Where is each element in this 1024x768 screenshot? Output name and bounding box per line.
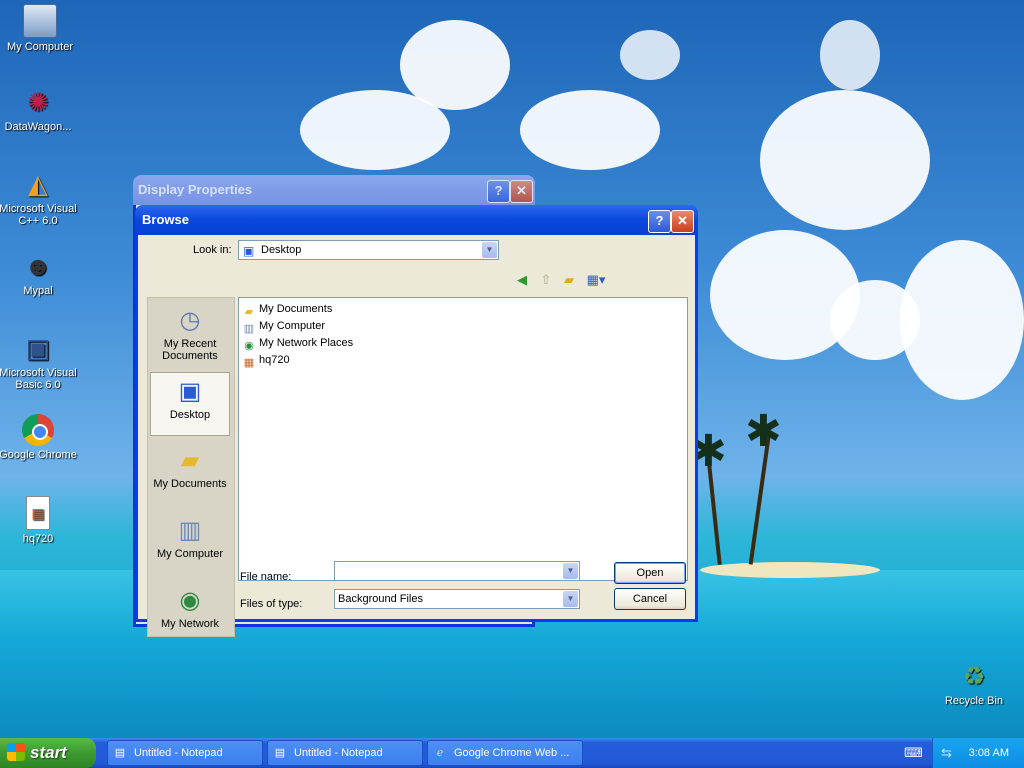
- desktop-icon-google-chrome[interactable]: Google Chrome: [0, 414, 78, 461]
- look-in-combo[interactable]: ▣ Desktop ▼: [238, 240, 499, 260]
- place-my-documents[interactable]: ▰ My Documents: [150, 442, 230, 506]
- recent-documents-icon: ◷: [179, 307, 201, 334]
- image-file-icon: ▦: [243, 357, 255, 369]
- places-bar: ◷ My Recent Documents ▣ Desktop ▰ My Doc…: [147, 297, 235, 637]
- desktop-icon: ▣: [243, 244, 255, 258]
- image-file-icon: ▦: [26, 496, 50, 530]
- window-title: Display Properties: [138, 182, 253, 197]
- windows-logo-icon: [7, 743, 25, 761]
- my-documents-icon: ▰: [180, 447, 200, 474]
- file-name: hq720: [259, 354, 290, 366]
- taskbar-item-notepad-2[interactable]: ▤ Untitled - Notepad: [267, 740, 423, 766]
- mypal-icon: ☻: [24, 251, 52, 281]
- display-properties-titlebar[interactable]: Display Properties: [133, 175, 535, 205]
- file-name: My Network Places: [259, 337, 354, 349]
- chevron-down-icon[interactable]: ▼: [482, 242, 497, 258]
- datawagon-icon: ✺: [27, 87, 49, 117]
- list-item[interactable]: ▥ My Computer: [242, 318, 326, 335]
- place-my-computer[interactable]: ▥ My Computer: [150, 512, 230, 576]
- clock[interactable]: 3:08 AM: [969, 738, 1009, 768]
- desktop-icon-hq720[interactable]: ▦ hq720: [0, 496, 78, 545]
- list-item[interactable]: ▰ My Documents: [242, 301, 333, 318]
- file-list[interactable]: ▰ My Documents ▥ My Computer ◉ My Network P…: [238, 297, 688, 581]
- visual-basic-icon: ▣: [25, 333, 51, 363]
- desktop-icon-label: Microsoft Visual C++ 6.0: [0, 203, 77, 227]
- chevron-down-icon[interactable]: ▼: [563, 563, 578, 579]
- dialog-title: Browse: [142, 212, 189, 227]
- desktop-icon-label: Recycle Bin: [944, 695, 1004, 707]
- desktop-icon-recycle-bin[interactable]: ♻ Recycle Bin: [934, 660, 1014, 707]
- new-folder-icon[interactable]: ▰: [560, 271, 578, 289]
- close-button[interactable]: ✕: [671, 210, 694, 233]
- help-button[interactable]: ?: [648, 210, 671, 233]
- file-name: My Computer: [259, 320, 326, 332]
- notepad-icon: ▤: [274, 747, 286, 759]
- browse-titlebar[interactable]: Browse: [135, 205, 698, 235]
- desktop-icon-label: Mypal: [23, 285, 53, 297]
- back-icon[interactable]: ◀: [513, 271, 531, 289]
- computer-icon: ▥: [243, 323, 255, 335]
- place-my-network[interactable]: ◉ My Network: [150, 582, 230, 632]
- view-menu-icon[interactable]: ▦▾: [584, 271, 608, 289]
- network-icon: ◉: [244, 340, 254, 352]
- place-label: My Documents: [153, 478, 227, 490]
- folder-icon: ▰: [244, 306, 254, 318]
- file-name-field[interactable]: ▼: [334, 561, 580, 581]
- place-label: My Recent Documents: [162, 338, 218, 362]
- help-button[interactable]: ?: [487, 180, 510, 203]
- close-button[interactable]: ✕: [510, 180, 533, 203]
- cancel-button[interactable]: Cancel: [614, 588, 686, 610]
- look-in-label: Look in:: [193, 244, 232, 256]
- open-button[interactable]: Open: [614, 562, 686, 584]
- start-label: start: [30, 743, 67, 762]
- place-recent-documents[interactable]: ◷ My Recent Documents: [150, 302, 230, 366]
- desktop-icon-mypal[interactable]: ☻ Mypal: [0, 250, 78, 297]
- up-folder-icon[interactable]: ⇧: [537, 271, 555, 289]
- browse-dialog: Browse ? ✕ Look in: ▣ Desktop ▼ ◀ ⇧ ▰ ▦▾…: [135, 205, 698, 637]
- browse-body: Look in: ▣ Desktop ▼ ◀ ⇧ ▰ ▦▾ ◷ My Recen…: [138, 235, 695, 637]
- visual-cpp-icon: ◭: [28, 169, 48, 199]
- desktop-icon-my-computer[interactable]: My Computer: [0, 4, 80, 53]
- file-name-label: File name:: [240, 571, 292, 583]
- desktop-icon: ▣: [178, 378, 202, 405]
- my-computer-icon: ▥: [178, 517, 202, 544]
- list-item[interactable]: ◉ My Network Places: [242, 335, 354, 352]
- desktop-icon-label: hq720: [22, 533, 54, 545]
- place-label: My Network: [160, 618, 220, 630]
- files-of-type-select[interactable]: Background Files ▼: [334, 589, 580, 609]
- desktop-icon-visual-cpp[interactable]: ◭ Microsoft Visual C++ 6.0: [0, 168, 78, 227]
- my-network-icon: ◉: [179, 587, 201, 614]
- place-desktop[interactable]: ▣ Desktop: [150, 372, 230, 436]
- notepad-icon: ▤: [114, 747, 126, 759]
- task-label: Untitled - Notepad: [134, 747, 223, 759]
- system-tray: ⇆ 3:08 AM: [932, 738, 1024, 768]
- task-label: Google Chrome Web ...: [454, 747, 570, 759]
- look-in-value: Desktop: [261, 244, 302, 256]
- desktop-icon-datawagon[interactable]: ✺ DataWagon...: [0, 86, 78, 133]
- place-label: My Computer: [156, 548, 224, 560]
- taskbar-item-chrome[interactable]: ℯ Google Chrome Web ...: [427, 740, 583, 766]
- keyboard-icon[interactable]: ⌨: [904, 745, 923, 761]
- desktop-icon-label: Microsoft Visual Basic 6.0: [0, 367, 77, 391]
- taskbar-item-notepad-1[interactable]: ▤ Untitled - Notepad: [107, 740, 263, 766]
- ie-icon: ℯ: [436, 747, 444, 759]
- files-of-type-label: Files of type:: [240, 598, 303, 610]
- my-computer-icon: [23, 4, 57, 38]
- network-tray-icon[interactable]: ⇆: [941, 745, 952, 761]
- taskbar: start ▤ Untitled - Notepad ▤ Untitled - No…: [0, 738, 1024, 768]
- desktop-icon-label: Google Chrome: [0, 449, 77, 461]
- start-button[interactable]: start: [0, 738, 96, 768]
- chrome-icon: [22, 414, 54, 446]
- desktop-icon-label: DataWagon...: [4, 121, 72, 133]
- desktop-icon-visual-basic[interactable]: ▣ Microsoft Visual Basic 6.0: [0, 332, 78, 391]
- recycle-bin-icon: ♻: [962, 661, 986, 691]
- file-name: My Documents: [259, 303, 333, 315]
- files-of-type-value: Background Files: [338, 593, 423, 605]
- desktop-icon-label: My Computer: [6, 41, 74, 53]
- task-label: Untitled - Notepad: [294, 747, 383, 759]
- place-label: Desktop: [169, 409, 211, 421]
- list-item[interactable]: ▦ hq720: [242, 352, 290, 369]
- chevron-down-icon[interactable]: ▼: [563, 591, 578, 607]
